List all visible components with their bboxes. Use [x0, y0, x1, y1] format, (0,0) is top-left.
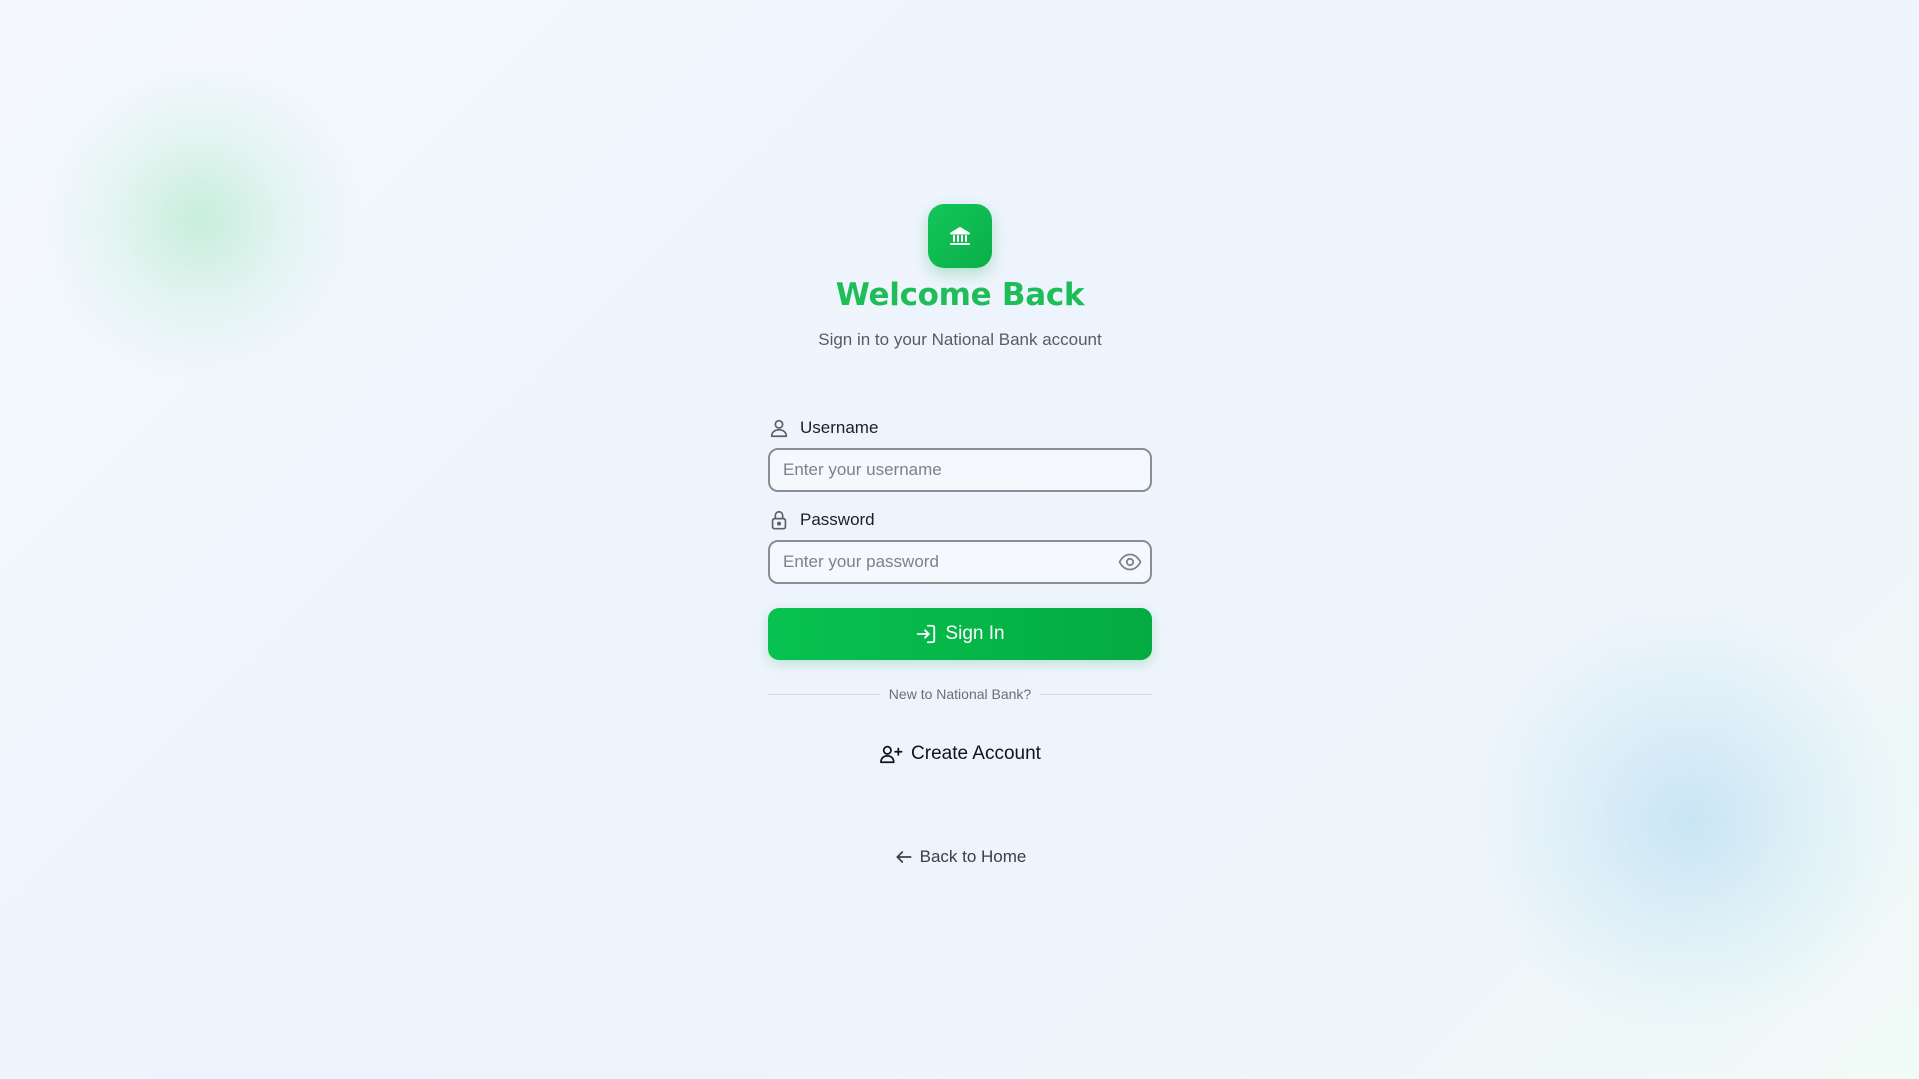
- create-account-label: Create Account: [911, 743, 1041, 764]
- password-input[interactable]: [770, 542, 1150, 582]
- lock-icon: [768, 509, 790, 531]
- page-subtitle: Sign in to your National Bank account: [818, 330, 1102, 349]
- divider-line-right: [1040, 693, 1153, 695]
- eye-icon[interactable]: [1118, 552, 1142, 572]
- sign-in-button[interactable]: Sign In: [768, 608, 1152, 660]
- background-glow-green: [40, 60, 360, 380]
- bank-icon: [948, 224, 972, 248]
- back-to-home-label: Back to Home: [919, 847, 1027, 866]
- arrow-left-icon: [894, 847, 914, 867]
- bank-logo: [928, 204, 992, 268]
- password-label: Password: [768, 508, 875, 532]
- page-title: Welcome Back: [835, 277, 1085, 313]
- password-field-box: [768, 540, 1152, 584]
- sign-in-icon: [915, 623, 937, 645]
- user-icon: [768, 417, 790, 439]
- username-input[interactable]: [770, 450, 1150, 490]
- create-account-button[interactable]: Create Account: [860, 738, 1060, 770]
- back-to-home-link[interactable]: Back to Home: [880, 843, 1040, 871]
- username-label-text: Username: [800, 418, 879, 437]
- username-label: Username: [768, 416, 878, 440]
- user-plus-icon: [879, 743, 903, 765]
- divider: New to National Bank?: [768, 684, 1153, 704]
- background-glow-blue: [1470, 600, 1910, 1040]
- sign-in-label: Sign In: [945, 623, 1005, 644]
- divider-text: New to National Bank?: [888, 686, 1032, 702]
- divider-line-left: [768, 693, 880, 695]
- username-field-box: [768, 448, 1152, 492]
- password-label-text: Password: [800, 510, 875, 529]
